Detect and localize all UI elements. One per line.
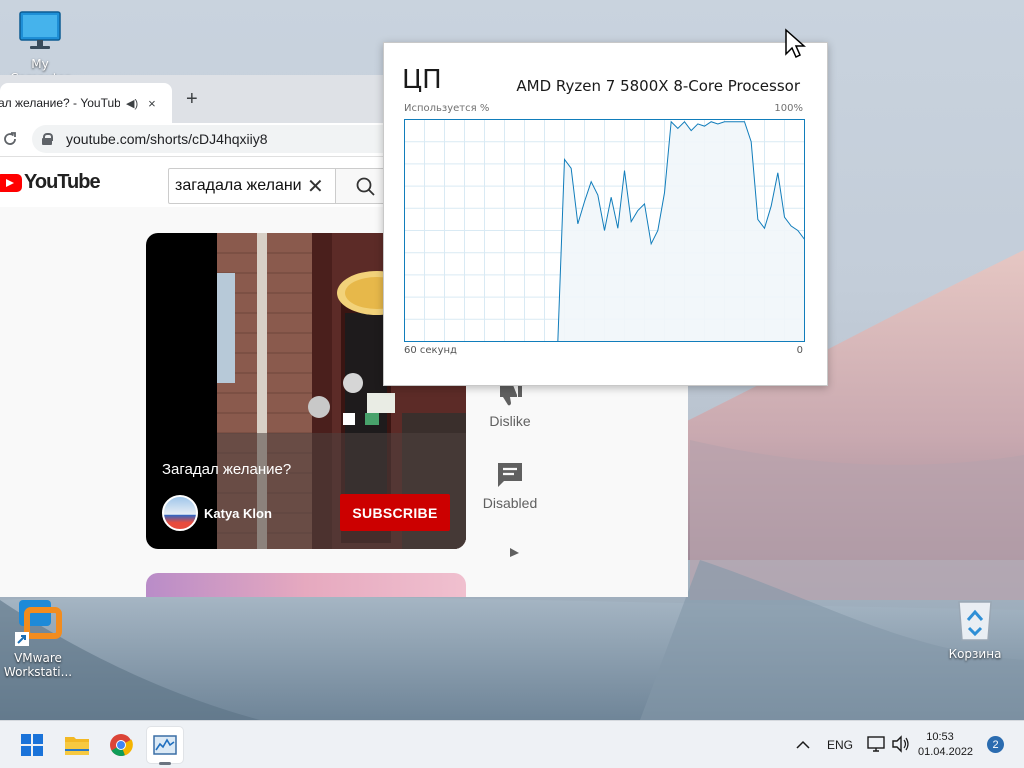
monitor-icon xyxy=(2,10,78,55)
cpu-y-max-label: 100% xyxy=(774,103,803,114)
task-manager-icon[interactable] xyxy=(147,727,183,765)
new-tab-button[interactable]: + xyxy=(186,88,198,111)
subscribe-button[interactable]: SUBSCRIBE xyxy=(340,494,450,531)
desktop-icon-label: Корзина xyxy=(948,647,1002,661)
cpu-performance-panel[interactable]: ЦП AMD Ryzen 7 5800X 8-Core Processor Ис… xyxy=(383,42,828,386)
vmware-icon xyxy=(0,598,76,649)
youtube-logo[interactable]: YouTube xyxy=(0,171,101,194)
cpu-title: ЦП xyxy=(402,65,442,95)
system-clock[interactable]: 10:53 01.04.2022 xyxy=(918,730,974,760)
chrome-icon[interactable] xyxy=(103,727,139,763)
chevron-up-icon[interactable] xyxy=(796,737,810,755)
clock-date: 01.04.2022 xyxy=(918,746,974,758)
short-channel[interactable]: Katya Klon xyxy=(162,495,272,531)
address-bar-url: youtube.com/shorts/cDJ4hqxiiy8 xyxy=(66,131,268,147)
comments-label: Disabled xyxy=(482,495,538,511)
tab-close-button[interactable]: × xyxy=(148,96,156,111)
lock-icon[interactable] xyxy=(42,133,53,145)
cpu-x-right-label: 0 xyxy=(796,345,803,356)
desktop-icon-recycle-bin[interactable]: Корзина xyxy=(937,598,1013,661)
taskbar: ENG 10:53 01.04.2022 xyxy=(0,720,1024,768)
search-input[interactable]: загадала желани ✕ xyxy=(168,168,336,204)
clear-search-icon[interactable]: ✕ xyxy=(307,174,324,199)
youtube-logo-text: YouTube xyxy=(24,171,101,193)
comments-button[interactable]: Disabled xyxy=(470,461,550,511)
dislike-button[interactable]: Dislike xyxy=(470,383,550,429)
search-input-value: загадала желани xyxy=(175,177,302,194)
speaker-icon[interactable]: ◀) xyxy=(126,97,138,110)
cpu-y-axis-label: Используется % xyxy=(404,103,490,114)
notification-badge[interactable]: 2 xyxy=(987,736,1004,753)
dislike-label: Dislike xyxy=(489,413,531,429)
language-indicator[interactable]: ENG xyxy=(827,738,853,752)
avatar[interactable] xyxy=(162,495,198,531)
comment-icon xyxy=(498,463,522,487)
clock-time: 10:53 xyxy=(926,731,954,743)
channel-name[interactable]: Katya Klon xyxy=(204,506,272,521)
cpu-x-left-label: 60 секунд xyxy=(404,345,457,356)
desktop-icon-vmware[interactable]: VMware Workstati... xyxy=(0,598,76,679)
desktop-icon-my-computer[interactable]: My Computer xyxy=(2,10,78,85)
file-explorer-icon[interactable] xyxy=(59,727,95,763)
reload-icon[interactable] xyxy=(2,131,18,152)
short-caption: Загадал желание? xyxy=(162,461,292,478)
windows-start-icon[interactable] xyxy=(14,727,50,763)
desktop-icon-label: VMware Workstati... xyxy=(3,651,73,679)
cpu-model: AMD Ryzen 7 5800X 8-Core Processor xyxy=(516,77,800,95)
browser-tab[interactable]: ал желание? - YouTube ◀) × xyxy=(0,83,172,123)
volume-icon[interactable] xyxy=(891,735,911,758)
network-icon[interactable] xyxy=(867,735,887,758)
tab-title: ал желание? - YouTube xyxy=(0,96,120,110)
thumbs-down-icon xyxy=(500,385,522,406)
recycle-bin-icon xyxy=(937,598,1013,645)
share-icon[interactable] xyxy=(510,545,520,563)
next-short-preview[interactable] xyxy=(146,573,466,597)
youtube-play-icon xyxy=(0,173,22,192)
cpu-usage-graph xyxy=(404,119,805,342)
search-icon xyxy=(356,177,375,196)
mouse-cursor-icon xyxy=(784,28,806,65)
